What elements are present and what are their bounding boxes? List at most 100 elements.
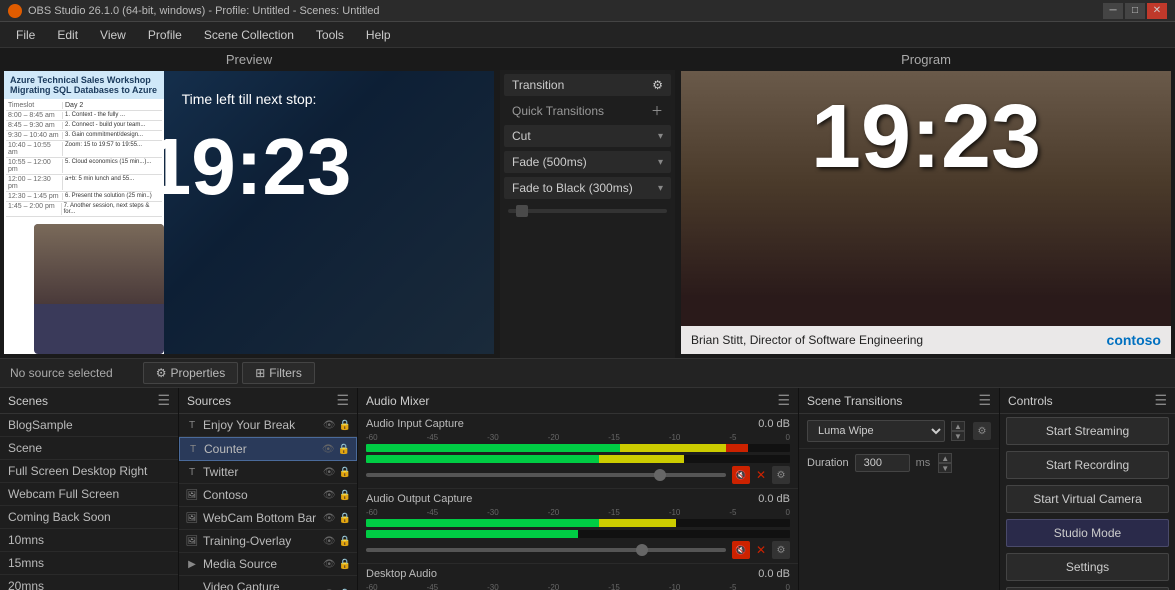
scenes-menu-icon[interactable]: ☰ [157,392,170,409]
contoso-logo: contoso [1107,332,1161,348]
volume-slider-output[interactable] [366,548,726,552]
audio-meter-output-2 [366,530,790,538]
menu-scene-collection[interactable]: Scene Collection [194,25,304,45]
scene-item-full-screen[interactable]: Full Screen Desktop Right [0,460,178,483]
mute-button-input[interactable]: 🔇 [732,466,750,484]
start-streaming-button[interactable]: Start Streaming [1006,417,1169,445]
duration-input[interactable] [855,454,910,472]
tab-properties[interactable]: ⚙ Properties [143,362,238,384]
meter-fill [366,444,790,452]
settings-button-input[interactable]: ⚙ [772,466,790,484]
meter-fill [366,519,790,527]
source-counter[interactable]: T Counter 👁 🔒 [179,437,357,461]
audio-track-db: 0.0 dB [758,568,790,580]
meter-fill-2 [366,530,790,538]
titlebar-title: OBS Studio 26.1.0 (64-bit, windows) - Pr… [28,5,380,17]
table-row: 10:40 – 10:55 amZoom: 15 to 19:57 to 19:… [6,141,162,158]
meter-green [366,444,620,452]
text-icon: T [186,442,200,456]
source-webcam-bottom-bar[interactable]: 🖼 WebCam Bottom Bar 👁 🔒 [179,507,357,530]
transition-panel: Transition ⚙ Quick Transitions ＋ Cut ▾ F… [500,70,675,358]
lock-icon[interactable]: 🔒 [339,467,351,478]
tab-filters[interactable]: ⊞ Filters [242,362,315,384]
luma-settings-button[interactable]: ⚙ [973,422,991,440]
duration-spin-down[interactable]: ▼ [938,463,952,473]
eye-icon[interactable]: 👁 [323,559,336,570]
scene-item-scene[interactable]: Scene [0,437,178,460]
transition-slider[interactable] [508,209,667,213]
eye-icon[interactable]: 👁 [323,490,336,501]
menu-help[interactable]: Help [356,25,401,45]
scene-item-webcam-full[interactable]: Webcam Full Screen [0,483,178,506]
source-twitter[interactable]: T Twitter 👁 🔒 [179,461,357,484]
audio-menu-icon[interactable]: ☰ [777,392,790,409]
source-enjoy-break[interactable]: T Enjoy Your Break 👁 🔒 [179,414,357,437]
scene-transitions-menu-icon[interactable]: ☰ [978,392,991,409]
lock-icon[interactable]: 🔒 [339,490,351,501]
mute-button-output[interactable]: 🔇 [732,541,750,559]
sources-header: Sources ☰ [179,388,357,414]
meter-green [366,455,599,463]
scene-item-blogsample[interactable]: BlogSample [0,414,178,437]
settings-button[interactable]: Settings [1006,553,1169,581]
source-video-capture[interactable]: 📷 Video Capture Device 👁 🔒 [179,576,357,590]
eye-icon[interactable]: 👁 [323,536,336,547]
chevron-down-icon: ▾ [658,131,663,142]
menu-file[interactable]: File [6,25,45,45]
source-actions: 👁 🔒 [323,467,351,478]
x-icon[interactable]: ✕ [756,468,766,482]
lock-icon[interactable]: 🔒 [339,513,351,524]
x-icon[interactable]: ✕ [756,543,766,557]
menu-tools[interactable]: Tools [306,25,354,45]
gear-icon[interactable]: ⚙ [652,78,663,92]
preview-inner: Azure Technical Sales WorkshopMigrating … [4,71,494,354]
close-button[interactable]: ✕ [1147,3,1167,19]
spin-up-button[interactable]: ▲ [951,421,965,431]
menu-edit[interactable]: Edit [47,25,88,45]
lock-icon[interactable]: 🔒 [338,444,350,455]
spin-down-button[interactable]: ▼ [951,431,965,441]
menu-profile[interactable]: Profile [138,25,192,45]
transition-fade-black[interactable]: Fade to Black (300ms) ▾ [504,177,671,199]
sources-menu-icon[interactable]: ☰ [336,392,349,409]
scenes-header: Scenes ☰ [0,388,178,414]
source-name: Media Source [203,557,319,571]
start-recording-button[interactable]: Start Recording [1006,451,1169,479]
source-contoso[interactable]: 🖼 Contoso 👁 🔒 [179,484,357,507]
meter-green [366,519,599,527]
lock-icon[interactable]: 🔒 [339,420,351,431]
source-actions: 👁 🔒 [322,444,350,455]
add-transition-icon[interactable]: ＋ [651,102,663,119]
luma-wipe-select[interactable]: Luma Wipe Cut Fade Fade to Black [807,420,945,442]
maximize-button[interactable]: □ [1125,3,1145,19]
cut-label: Cut [512,129,531,143]
titlebar-controls[interactable]: ─ □ ✕ [1103,3,1167,19]
volume-thumb [654,469,666,481]
transition-cut[interactable]: Cut ▾ [504,125,671,147]
duration-spin-up[interactable]: ▲ [938,453,952,463]
settings-button-output[interactable]: ⚙ [772,541,790,559]
scene-item-10mns[interactable]: 10mns [0,529,178,552]
lock-icon[interactable]: 🔒 [339,559,351,570]
studio-mode-button[interactable]: Studio Mode [1006,519,1169,547]
scene-item-15mns[interactable]: 15mns [0,552,178,575]
eye-icon[interactable]: 👁 [322,444,335,455]
volume-slider-input[interactable] [366,473,726,477]
scene-item-20mns[interactable]: 20mns [0,575,178,590]
program-inner: 19:23 Brian Stitt, Director of Software … [681,71,1171,354]
source-media-source[interactable]: ▶ Media Source 👁 🔒 [179,553,357,576]
eye-icon[interactable]: 👁 [323,513,336,524]
gear-icon: ⚙ [156,366,167,380]
source-training-overlay[interactable]: 🖼 Training-Overlay 👁 🔒 [179,530,357,553]
minimize-button[interactable]: ─ [1103,3,1123,19]
start-virtual-camera-button[interactable]: Start Virtual Camera [1006,485,1169,513]
controls-menu-icon[interactable]: ☰ [1154,392,1167,409]
eye-icon[interactable]: 👁 [323,467,336,478]
menu-view[interactable]: View [90,25,136,45]
lock-icon[interactable]: 🔒 [339,536,351,547]
table-row: 12:30 – 1:45 pm6. Present the solution (… [6,192,162,202]
audio-track-input: Audio Input Capture 0.0 dB -60-45-30-20-… [358,414,798,489]
eye-icon[interactable]: 👁 [323,420,336,431]
transition-fade[interactable]: Fade (500ms) ▾ [504,151,671,173]
scene-item-coming-back[interactable]: Coming Back Soon [0,506,178,529]
